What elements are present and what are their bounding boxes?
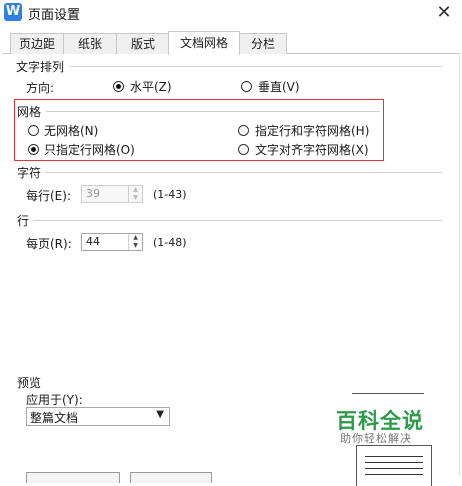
title-bar: W 页面设置 ✕ <box>0 0 462 30</box>
lines-separator <box>32 220 442 221</box>
radio-horizontal-label[interactable]: 水平(Z) <box>130 78 172 95</box>
tab-layout[interactable]: 版式 <box>116 33 170 54</box>
chars-per-line-stepper[interactable]: 39 ▲ ▼ <box>81 185 143 203</box>
preview-text-line <box>365 456 423 457</box>
chars-decrement-icon[interactable]: ▼ <box>129 194 142 202</box>
radio-line-and-char-grid[interactable] <box>238 125 249 136</box>
tab-columns[interactable]: 分栏 <box>239 33 287 54</box>
lines-range: (1-48) <box>153 236 187 249</box>
text-direction-separator <box>70 66 442 67</box>
radio-horizontal[interactable] <box>113 81 124 92</box>
tab-paper[interactable]: 纸张 <box>63 33 117 54</box>
grid-group-label: 网格 <box>17 103 46 120</box>
radio-no-grid[interactable] <box>28 125 39 136</box>
lines-group-label: 行 <box>17 212 34 229</box>
panel-border <box>459 53 460 475</box>
tab-margins[interactable]: 页边距 <box>10 33 64 54</box>
preview-text-line <box>365 468 423 469</box>
apply-to-value: 整篇文档 <box>30 411 79 425</box>
chars-range: (1-43) <box>153 188 187 201</box>
preview-top-rule <box>352 393 424 394</box>
text-direction-group-label: 文字排列 <box>16 58 69 75</box>
radio-vertical-label[interactable]: 垂直(V) <box>258 78 300 95</box>
chars-stepper-buttons: ▲ ▼ <box>128 186 142 202</box>
radio-line-and-char-grid-label[interactable]: 指定行和字符网格(H) <box>255 122 369 139</box>
preview-page <box>356 445 432 486</box>
direction-field-label: 方向: <box>26 81 55 95</box>
chars-group-label: 字符 <box>17 164 46 181</box>
chars-separator <box>40 172 442 173</box>
chars-per-line-value: 39 <box>86 187 100 200</box>
chars-per-line-label: 每行(E): <box>26 189 71 203</box>
lines-stepper-buttons: ▲ ▼ <box>128 234 142 250</box>
lines-increment-icon[interactable]: ▲ <box>129 234 142 242</box>
watermark-slogan: 助你轻松解决 <box>340 432 412 445</box>
radio-line-grid-only[interactable] <box>28 144 39 155</box>
dropdown-arrow-icon: ▼ <box>156 409 164 420</box>
lines-per-page-stepper[interactable]: 44 ▲ ▼ <box>81 233 143 251</box>
lines-decrement-icon[interactable]: ▼ <box>129 242 142 250</box>
radio-no-grid-label[interactable]: 无网格(N) <box>44 122 98 139</box>
lines-per-page-label: 每页(R): <box>26 237 72 251</box>
apply-to-select[interactable]: 整篇文档 ▼ <box>26 407 170 426</box>
grid-separator <box>46 111 380 112</box>
bottom-button-left[interactable] <box>26 472 120 483</box>
close-button[interactable]: ✕ <box>432 2 456 24</box>
tab-document-grid[interactable]: 文档网格 <box>168 31 240 55</box>
wps-app-icon: W <box>4 3 22 21</box>
chars-increment-icon[interactable]: ▲ <box>129 186 142 194</box>
window-title: 页面设置 <box>28 8 81 23</box>
radio-snap-to-char-grid-label[interactable]: 文字对齐字符网格(X) <box>255 141 369 158</box>
apply-to-label: 应用于(Y): <box>26 393 83 407</box>
lines-per-page-value[interactable]: 44 <box>86 235 100 248</box>
preview-text-line <box>365 462 423 463</box>
bottom-button-right[interactable] <box>130 472 212 483</box>
radio-vertical[interactable] <box>241 81 252 92</box>
radio-snap-to-char-grid[interactable] <box>238 144 249 155</box>
preview-group-label: 预览 <box>17 374 46 391</box>
radio-line-grid-only-label[interactable]: 只指定行网格(O) <box>44 141 135 158</box>
